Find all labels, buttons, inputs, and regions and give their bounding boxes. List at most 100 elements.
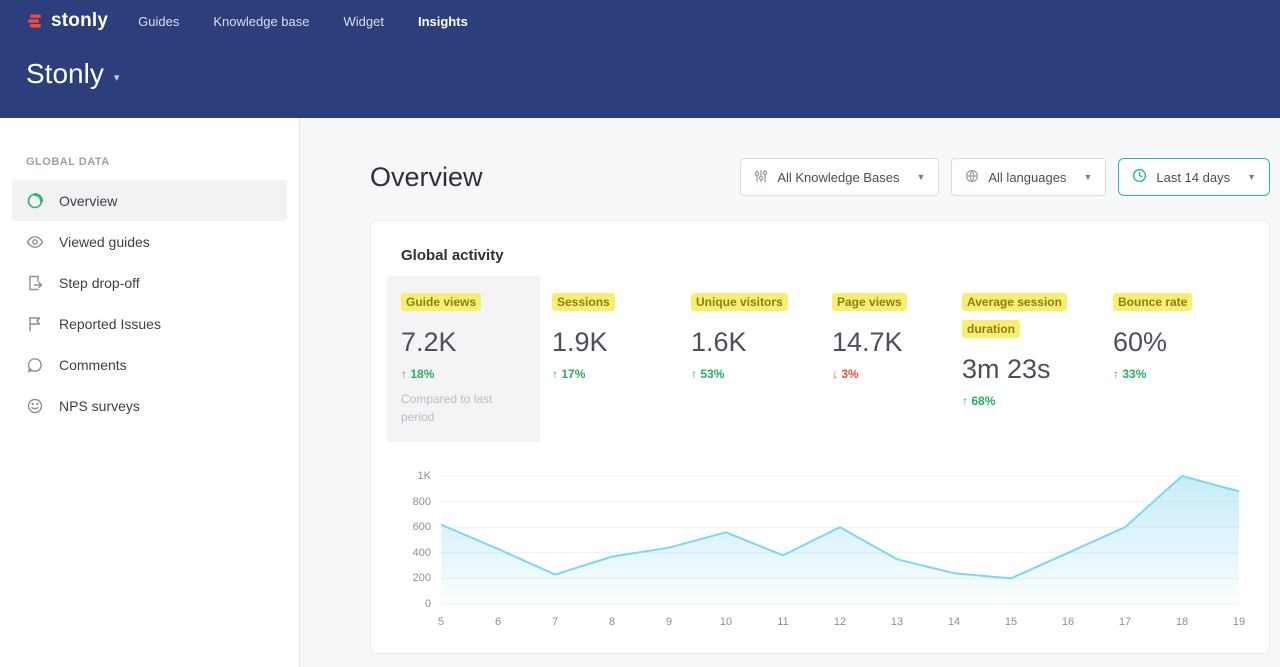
- sidebar-item-comments[interactable]: Comments: [12, 344, 287, 385]
- sidebar-item-step-drop-off[interactable]: Step drop-off: [12, 262, 287, 303]
- chart-plot: [441, 476, 1239, 604]
- top-nav-items: Guides Knowledge base Widget Insights: [138, 14, 468, 29]
- metric-guide-views[interactable]: Guide views 7.2K ↑ 18% Compared to last …: [387, 276, 540, 442]
- metric-bounce-rate[interactable]: Bounce rate 60% ↑ 33%: [1113, 288, 1239, 381]
- knowledge-base-filter[interactable]: All Knowledge Bases ▼: [740, 158, 939, 196]
- sidebar-item-label: Comments: [59, 357, 127, 373]
- x-tick-label: 9: [666, 616, 672, 628]
- nav-item-insights[interactable]: Insights: [418, 14, 468, 29]
- metric-sessions[interactable]: Sessions 1.9K ↑ 17%: [552, 288, 691, 381]
- chevron-down-icon: ▼: [1083, 172, 1092, 182]
- metric-unique-visitors[interactable]: Unique visitors 1.6K ↑ 53%: [691, 288, 832, 381]
- x-tick-label: 13: [891, 616, 903, 628]
- knowledge-base-filter-label: All Knowledge Bases: [777, 170, 899, 185]
- logo-text: stonly: [51, 10, 108, 32]
- nav-item-guides[interactable]: Guides: [138, 14, 179, 29]
- flag-icon: [26, 315, 44, 333]
- globe-icon: [965, 169, 979, 186]
- y-tick-label: 200: [413, 572, 431, 584]
- x-tick-label: 16: [1062, 616, 1074, 628]
- y-tick-label: 600: [413, 521, 431, 533]
- workspace-title: Stonly: [26, 58, 104, 90]
- workspace-header: Stonly ▾: [0, 42, 1280, 90]
- workspace-dropdown-caret-icon[interactable]: ▾: [114, 65, 120, 84]
- x-tick-label: 11: [777, 616, 788, 628]
- metric-value: 1.9K: [552, 327, 691, 358]
- date-range-filter-label: Last 14 days: [1156, 170, 1230, 185]
- x-tick-label: 7: [552, 616, 558, 628]
- card-title: Global activity: [401, 247, 1239, 264]
- sidebar-item-overview[interactable]: Overview: [12, 180, 287, 221]
- language-filter-label: All languages: [988, 170, 1066, 185]
- chevron-down-icon: ▼: [916, 172, 925, 182]
- x-tick-label: 12: [834, 616, 846, 628]
- nav-item-knowledge-base[interactable]: Knowledge base: [213, 14, 309, 29]
- sidebar-item-label: Overview: [59, 193, 117, 209]
- top-navigation: stonly Guides Knowledge base Widget Insi…: [0, 0, 1280, 42]
- metric-change: ↑ 53%: [691, 367, 832, 381]
- sidebar-item-label: Step drop-off: [59, 275, 140, 291]
- sidebar-item-nps-surveys[interactable]: NPS surveys: [12, 385, 287, 426]
- overview-icon: [26, 192, 44, 210]
- clock-icon: [1132, 168, 1147, 186]
- metric-note: Compared to last period: [401, 391, 506, 426]
- metric-change: ↑ 18%: [401, 367, 526, 381]
- step-drop-off-icon: [26, 274, 44, 292]
- smiley-icon: [26, 397, 44, 415]
- metrics-row: Guide views 7.2K ↑ 18% Compared to last …: [401, 288, 1239, 442]
- metric-value: 14.7K: [832, 327, 962, 358]
- y-tick-label: 1K: [418, 470, 431, 482]
- knowledge-base-filter-icon: [754, 169, 768, 186]
- x-tick-label: 17: [1119, 616, 1131, 628]
- metric-avg-session-duration[interactable]: Average session duration 3m 23s ↑ 68%: [962, 288, 1113, 408]
- metric-change: ↓ 3%: [832, 367, 962, 381]
- y-tick-label: 400: [413, 547, 431, 559]
- chevron-down-icon: ▼: [1247, 172, 1256, 182]
- x-tick-label: 6: [495, 616, 501, 628]
- x-tick-label: 15: [1005, 616, 1017, 628]
- x-tick-label: 10: [720, 616, 732, 628]
- global-activity-card: Global activity Guide views 7.2K ↑ 18% C…: [370, 220, 1270, 654]
- metric-change: ↑ 33%: [1113, 367, 1239, 381]
- sidebar: GLOBAL DATA Overview Viewed guides: [0, 118, 300, 667]
- sidebar-item-label: Viewed guides: [59, 234, 150, 250]
- sidebar-item-label: NPS surveys: [59, 398, 140, 414]
- comment-bubble-icon: [26, 356, 44, 374]
- nav-item-widget[interactable]: Widget: [344, 14, 384, 29]
- y-tick-label: 800: [413, 496, 431, 508]
- eye-icon: [26, 233, 44, 251]
- x-tick-label: 8: [609, 616, 615, 628]
- metric-label: Bounce rate: [1113, 293, 1192, 311]
- activity-chart: 02004006008001K 567891011121314151617181…: [401, 476, 1239, 630]
- metric-label: Average session duration: [962, 293, 1067, 338]
- metric-label: Unique visitors: [691, 293, 788, 311]
- chart-x-axis: 5678910111213141516171819: [441, 604, 1239, 630]
- metric-label: Guide views: [401, 293, 481, 311]
- metric-page-views[interactable]: Page views 14.7K ↓ 3%: [832, 288, 962, 381]
- chart-y-axis: 02004006008001K: [401, 476, 441, 604]
- x-tick-label: 14: [948, 616, 960, 628]
- x-tick-label: 5: [438, 616, 444, 628]
- metric-value: 60%: [1113, 327, 1239, 358]
- app-header: stonly Guides Knowledge base Widget Insi…: [0, 0, 1280, 118]
- metric-change: ↑ 68%: [962, 394, 1113, 408]
- stonly-logo[interactable]: stonly: [26, 10, 108, 32]
- x-tick-label: 18: [1176, 616, 1188, 628]
- y-tick-label: 0: [425, 598, 431, 610]
- metric-value: 7.2K: [401, 327, 526, 358]
- metric-label: Sessions: [552, 293, 615, 311]
- stonly-logo-icon: [26, 12, 44, 30]
- main-content: Overview All Knowledge Bases ▼: [300, 118, 1280, 667]
- page-title: Overview: [370, 162, 483, 193]
- sidebar-item-label: Reported Issues: [59, 316, 161, 332]
- sidebar-item-viewed-guides[interactable]: Viewed guides: [12, 221, 287, 262]
- sidebar-item-reported-issues[interactable]: Reported Issues: [12, 303, 287, 344]
- metric-value: 1.6K: [691, 327, 832, 358]
- date-range-filter[interactable]: Last 14 days ▼: [1118, 158, 1270, 196]
- sidebar-section-label: GLOBAL DATA: [26, 156, 299, 168]
- x-tick-label: 19: [1233, 616, 1245, 628]
- metric-change: ↑ 17%: [552, 367, 691, 381]
- metric-value: 3m 23s: [962, 354, 1113, 385]
- filter-bar: All Knowledge Bases ▼ All languages ▼: [740, 158, 1270, 196]
- language-filter[interactable]: All languages ▼: [951, 158, 1106, 196]
